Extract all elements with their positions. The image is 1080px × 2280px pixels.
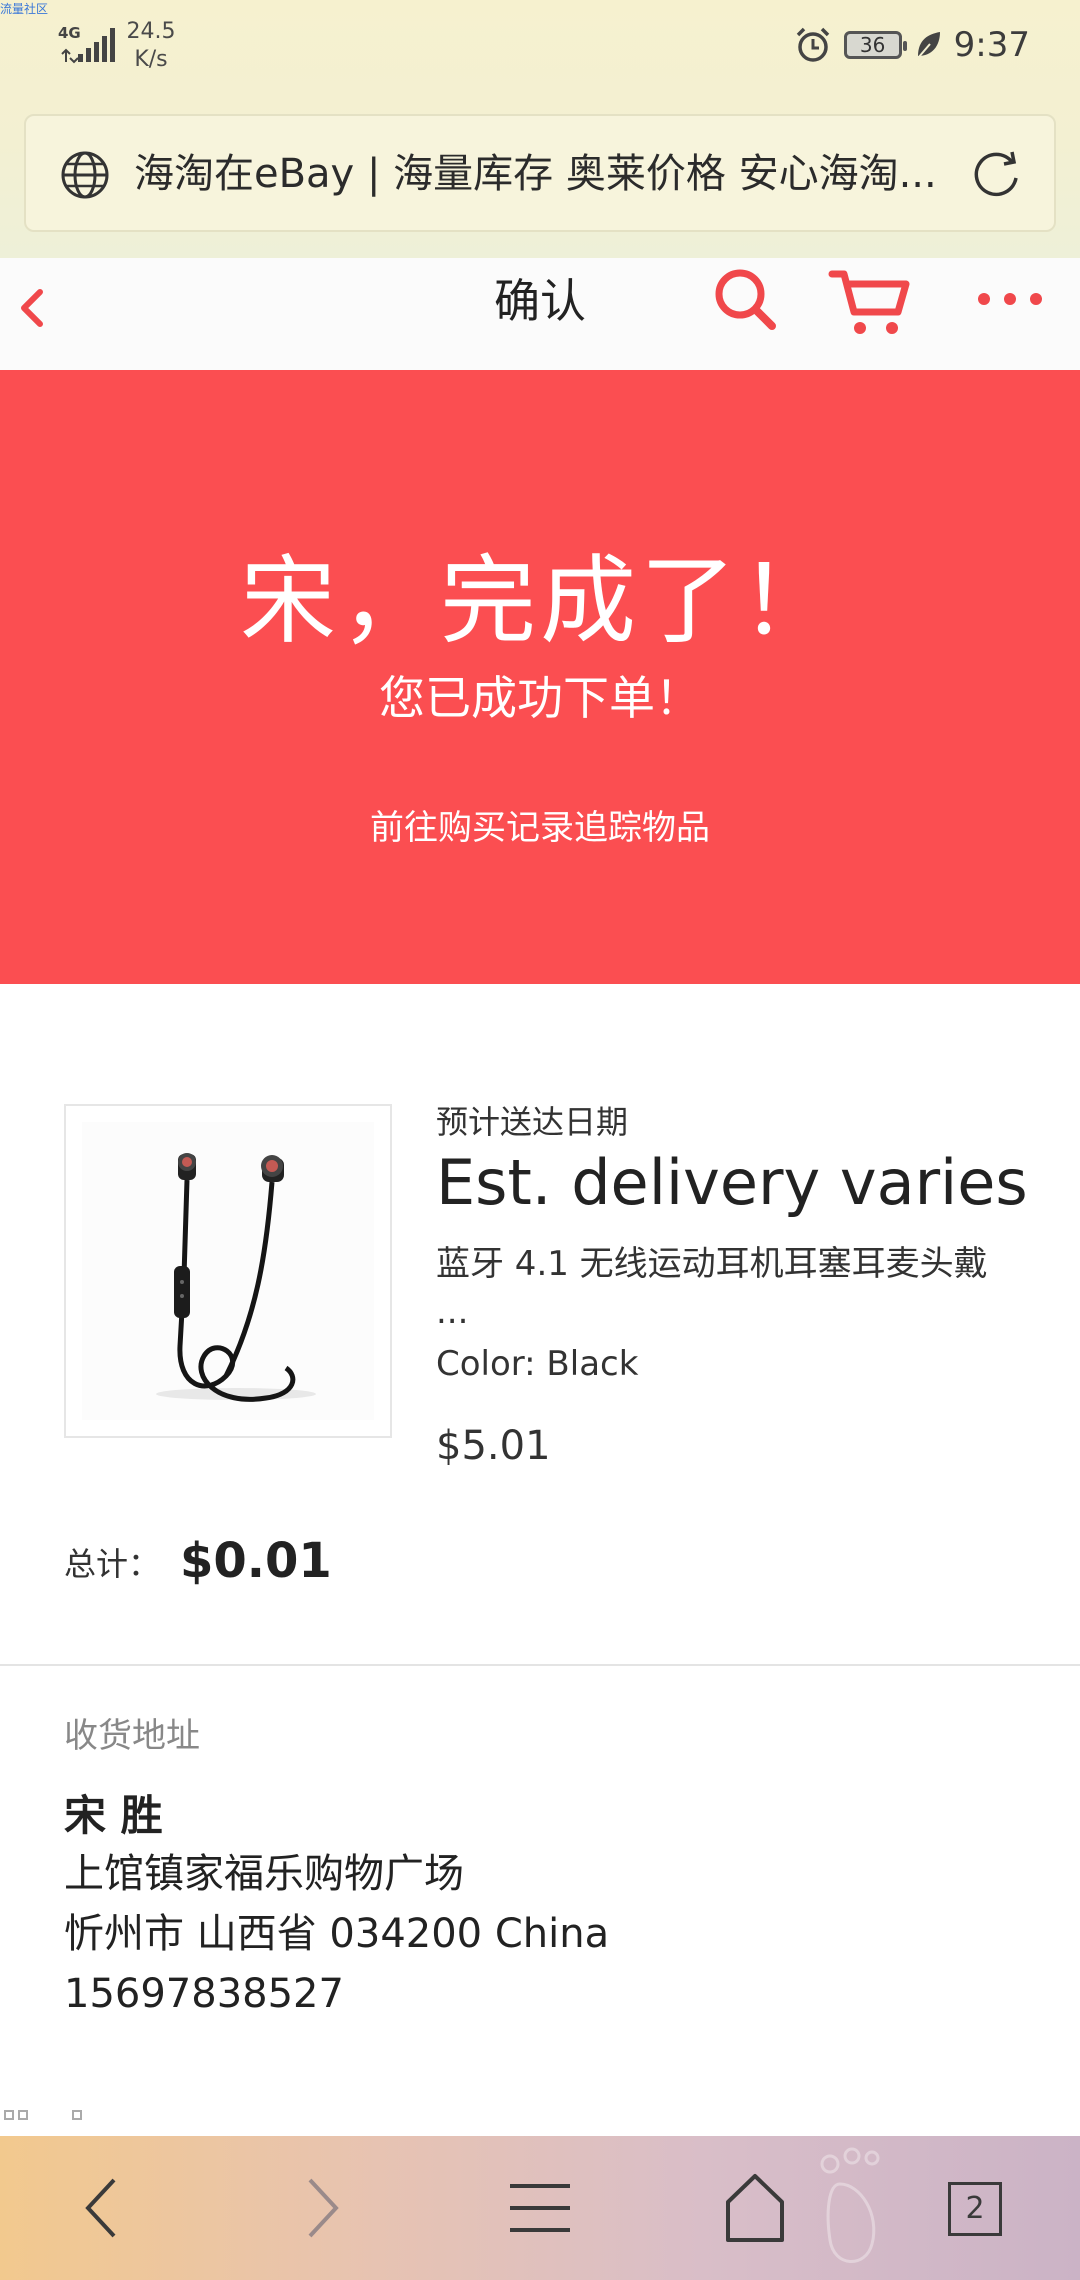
leaf-icon bbox=[916, 32, 940, 59]
mark-box bbox=[18, 2110, 28, 2120]
product-title[interactable]: 蓝牙 4.1 无线运动耳机耳塞耳麦头戴 ... bbox=[436, 1240, 1036, 1336]
mark-box bbox=[4, 2110, 14, 2120]
footprint-icon bbox=[820, 2147, 880, 2263]
shipping-address: 收货地址 宋 胜 上馆镇家福乐购物广场 忻州市 山西省 034200 China… bbox=[0, 1666, 1080, 2136]
product-title-ellipsis: ... bbox=[436, 1292, 469, 1332]
hero-title: 宋，完成了！ bbox=[240, 545, 840, 657]
mark-box bbox=[72, 2110, 82, 2120]
order-summary: 预计送达日期 Est. delivery varies 蓝牙 4.1 无线运动耳… bbox=[0, 984, 1080, 1664]
tabs-button[interactable]: 2 bbox=[940, 2166, 1010, 2250]
signal-strength-icon bbox=[61, 28, 115, 64]
home-icon[interactable] bbox=[720, 2166, 790, 2250]
tab-count: 2 bbox=[948, 2182, 1002, 2236]
url-bar[interactable]: 海淘在eBay | 海量库存 奥莱价格 安心海淘... bbox=[24, 114, 1056, 232]
address-line-2: 忻州市 山西省 034200 China bbox=[64, 1911, 610, 1957]
recipient-phone: 15697838527 bbox=[64, 1971, 344, 2017]
refresh-icon[interactable] bbox=[968, 148, 1024, 204]
address-line-1: 上馆镇家福乐购物广场 bbox=[64, 1851, 464, 1897]
url-title[interactable]: 海淘在eBay | 海量库存 奥莱价格 安心海淘... bbox=[134, 146, 974, 202]
product-color: Color: Black bbox=[436, 1344, 639, 1384]
earphones-image bbox=[82, 1122, 374, 1420]
network-speed: 24.5 K/s bbox=[126, 18, 176, 74]
page-header: 确认 bbox=[0, 258, 1080, 370]
address-heading: 收货地址 bbox=[64, 1716, 200, 1756]
decorative-marks bbox=[0, 2108, 100, 2124]
search-icon[interactable] bbox=[712, 266, 778, 332]
globe-icon bbox=[61, 151, 109, 199]
hero-subtitle: 您已成功下单！ bbox=[379, 671, 701, 725]
battery-level: 36 bbox=[859, 33, 886, 57]
product-image[interactable] bbox=[64, 1104, 392, 1438]
cart-icon[interactable] bbox=[828, 264, 912, 338]
chevron-left-icon[interactable] bbox=[70, 2166, 134, 2250]
clock: 9:37 bbox=[953, 25, 1030, 65]
product-price: $5.01 bbox=[436, 1423, 551, 1469]
status-bar: 4G 24.5 K/s 36 9:37 bbox=[0, 0, 1080, 90]
est-delivery-value: Est. delivery varies bbox=[436, 1146, 1028, 1219]
product-title-text: 蓝牙 4.1 无线运动耳机耳塞耳麦头戴 bbox=[436, 1244, 988, 1284]
more-horizontal-icon[interactable] bbox=[974, 284, 1046, 314]
status-right: 36 9:37 bbox=[794, 22, 1030, 68]
back-button[interactable] bbox=[10, 278, 54, 338]
total-label: 总计： bbox=[64, 1545, 161, 1583]
network-speed-value: 24.5 bbox=[126, 19, 176, 44]
recipient-name: 宋 胜 bbox=[64, 1791, 163, 1840]
battery-icon: 36 bbox=[843, 31, 907, 59]
page-title: 确认 bbox=[494, 274, 586, 328]
order-complete-banner: 宋，完成了！ 您已成功下单！ 前往购买记录追踪物品 bbox=[0, 370, 1080, 984]
alarm-clock-icon bbox=[796, 27, 829, 62]
track-purchase-link[interactable]: 前往购买记录追踪物品 bbox=[340, 804, 740, 852]
browser-bottom-nav: 2 bbox=[0, 2136, 1080, 2280]
total-value: $0.01 bbox=[180, 1533, 332, 1589]
chevron-right-icon[interactable] bbox=[290, 2166, 354, 2250]
est-delivery-label: 预计送达日期 bbox=[436, 1103, 629, 1141]
chevron-left-icon bbox=[21, 289, 43, 327]
browser-chrome: 流量社区 4G 24.5 K/s 36 9:37 海淘在eBay | 海量库存 … bbox=[0, 0, 1080, 258]
network-speed-unit: K/s bbox=[134, 47, 168, 72]
menu-icon[interactable] bbox=[500, 2166, 580, 2250]
